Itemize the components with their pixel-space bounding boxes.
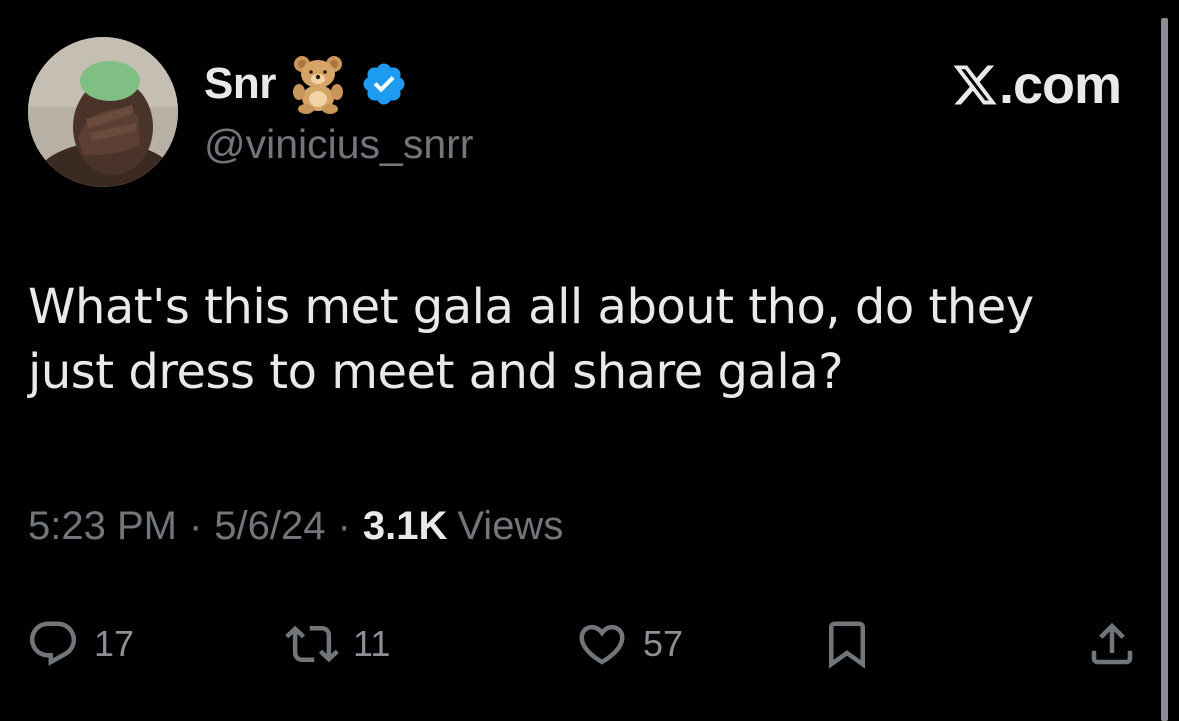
bookmark-icon [829, 621, 865, 669]
source-domain: .com [998, 55, 1122, 115]
views-count: 3.1K [362, 504, 448, 548]
like-button[interactable]: 57 [575, 606, 683, 682]
meta-separator: · [337, 504, 351, 548]
tweet-text: What's this met gala all about tho, do t… [28, 275, 1138, 405]
heart-icon [579, 624, 625, 665]
scrollbar[interactable] [1161, 18, 1168, 721]
action-bar: 17 11 57 [0, 606, 1179, 682]
reply-count: 17 [94, 623, 135, 664]
avatar[interactable] [28, 37, 178, 187]
meta-separator: · [188, 504, 203, 548]
source-logo: .com [951, 55, 1122, 115]
avatar-image [28, 37, 178, 187]
user-handle[interactable]: @vinicius_snrr [204, 121, 473, 168]
retweet-icon [285, 625, 339, 663]
reply-button[interactable]: 17 [26, 606, 134, 682]
x-logo-icon [953, 65, 997, 105]
tweet-meta: 5:23 PM · 5/6/24 · 3.1K Views [28, 504, 563, 549]
share-button[interactable] [1085, 606, 1139, 682]
views-label: Views [457, 504, 564, 548]
teddy-bear-emoji-icon [292, 56, 343, 114]
tweet-text-line-2: just dress to meet and share gala? [28, 344, 844, 400]
tweet-date[interactable]: 5/6/24 [214, 504, 325, 549]
retweet-count: 11 [353, 623, 391, 664]
display-name[interactable]: Snr [204, 59, 276, 109]
bookmark-button[interactable] [820, 606, 874, 682]
tweet-card: Snr @vinicius_snrr .com What's this met … [0, 0, 1179, 721]
tweet-time[interactable]: 5:23 PM [28, 504, 177, 549]
share-icon [1091, 622, 1133, 665]
like-count: 57 [643, 623, 684, 664]
retweet-button[interactable]: 11 [285, 606, 390, 682]
reply-icon [29, 621, 77, 666]
display-name-row: Snr [204, 54, 408, 114]
verified-badge-icon[interactable] [360, 60, 408, 108]
tweet-text-line-1: What's this met gala all about tho, do t… [28, 279, 1034, 335]
